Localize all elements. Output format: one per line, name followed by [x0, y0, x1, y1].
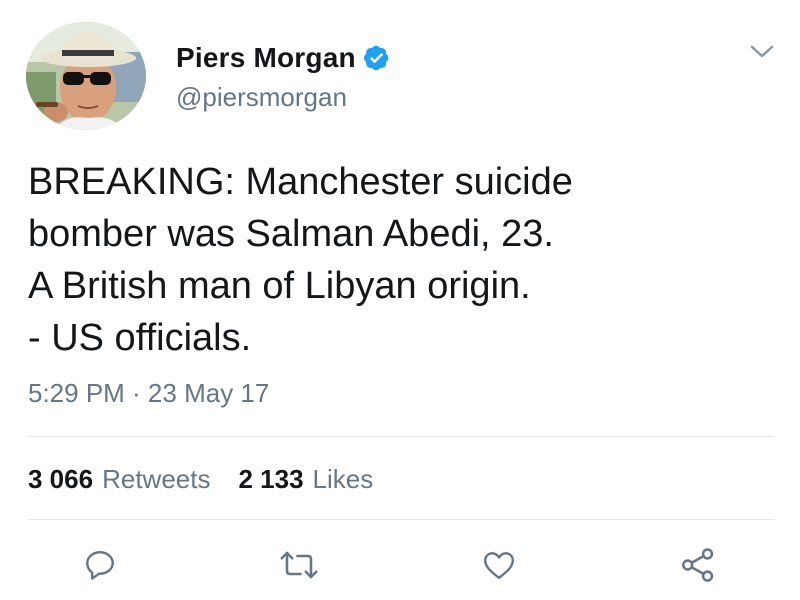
- verified-badge-icon: [363, 45, 389, 71]
- divider: [28, 519, 774, 520]
- divider: [28, 436, 774, 437]
- tweet-timestamp[interactable]: 5:29 PM · 23 May 17: [28, 378, 269, 409]
- likes-stat[interactable]: 2 133 Likes: [238, 464, 373, 495]
- action-bar: [0, 543, 800, 593]
- author-handle[interactable]: @piersmorgan: [176, 82, 347, 113]
- retweet-icon: [280, 551, 318, 579]
- reply-icon: [86, 551, 114, 580]
- tweet-card: Piers Morgan @piersmorgan BREAKING: Manc…: [0, 0, 800, 600]
- reply-button[interactable]: [78, 543, 122, 587]
- like-button[interactable]: [477, 543, 521, 587]
- retweets-label: Retweets: [102, 464, 211, 494]
- engagement-stats: 3 066 Retweets 2 133 Likes: [28, 464, 373, 495]
- author-name-text: Piers Morgan: [176, 42, 356, 73]
- likes-label: Likes: [312, 464, 374, 494]
- retweets-stat[interactable]: 3 066 Retweets: [28, 464, 210, 495]
- tweet-text-line: bomber was Salman Abedi, 23.: [28, 213, 554, 255]
- share-button[interactable]: [676, 543, 720, 587]
- avatar[interactable]: [26, 22, 146, 130]
- heart-icon: [484, 552, 514, 579]
- tweet-text-line: BREAKING: Manchester suicide: [28, 161, 573, 203]
- chevron-down-icon[interactable]: [748, 42, 776, 62]
- profile-photo: [26, 22, 146, 130]
- retweets-count: 3 066: [28, 464, 94, 494]
- tweet-text: BREAKING: Manchester suicide bomber was …: [28, 156, 768, 364]
- likes-count: 2 133: [238, 464, 304, 494]
- author-name[interactable]: Piers Morgan: [176, 42, 390, 74]
- retweet-button[interactable]: [277, 543, 321, 587]
- share-icon: [682, 548, 714, 582]
- tweet-text-line: - US officials.: [28, 317, 252, 359]
- tweet-text-line: A British man of Libyan origin.: [28, 265, 531, 307]
